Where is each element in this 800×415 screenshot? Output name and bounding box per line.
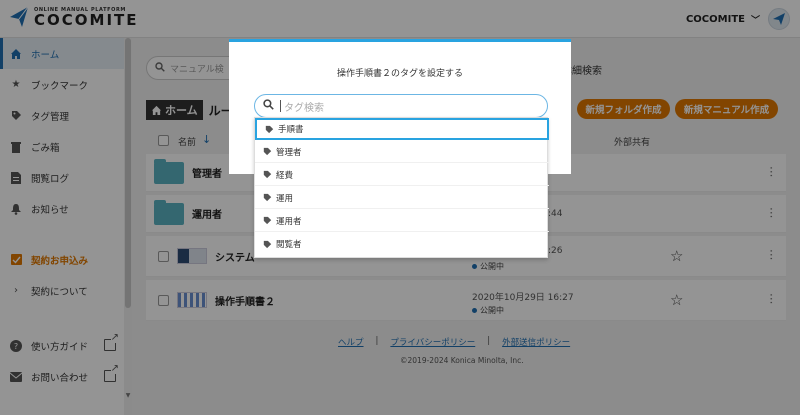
search-icon <box>263 99 274 113</box>
tag-option[interactable]: 運用者 <box>255 210 549 232</box>
tag-option[interactable]: 経費 <box>255 164 549 186</box>
tag-icon <box>263 216 272 225</box>
tag-option[interactable]: 管理者 <box>255 141 549 163</box>
tag-search-input[interactable]: タグ検索 <box>254 94 548 118</box>
tag-icon <box>263 147 272 156</box>
tag-option-label: 運用 <box>276 193 294 204</box>
text-caret <box>280 100 281 112</box>
tag-icon <box>263 193 272 202</box>
modal-title: 操作手順書２のタグを設定する <box>336 69 463 79</box>
tag-icon <box>263 240 272 249</box>
tag-option[interactable]: 運用 <box>255 187 549 209</box>
tag-option[interactable]: 閲覧者 <box>255 233 549 255</box>
tag-option[interactable]: 手順書 <box>255 118 549 140</box>
tag-option-label: 運用者 <box>276 216 302 227</box>
tag-icon <box>263 170 272 179</box>
tag-option-label: 管理者 <box>276 147 302 158</box>
tag-option-label: 経費 <box>276 170 294 181</box>
tag-search-placeholder: タグ検索 <box>284 102 324 114</box>
tag-option-label: 手順書 <box>278 125 304 135</box>
tag-dropdown: 手順書 管理者 経費 運用 運用者 閲覧者 <box>254 117 549 258</box>
tag-icon <box>265 125 274 134</box>
tag-option-label: 閲覧者 <box>276 240 302 250</box>
